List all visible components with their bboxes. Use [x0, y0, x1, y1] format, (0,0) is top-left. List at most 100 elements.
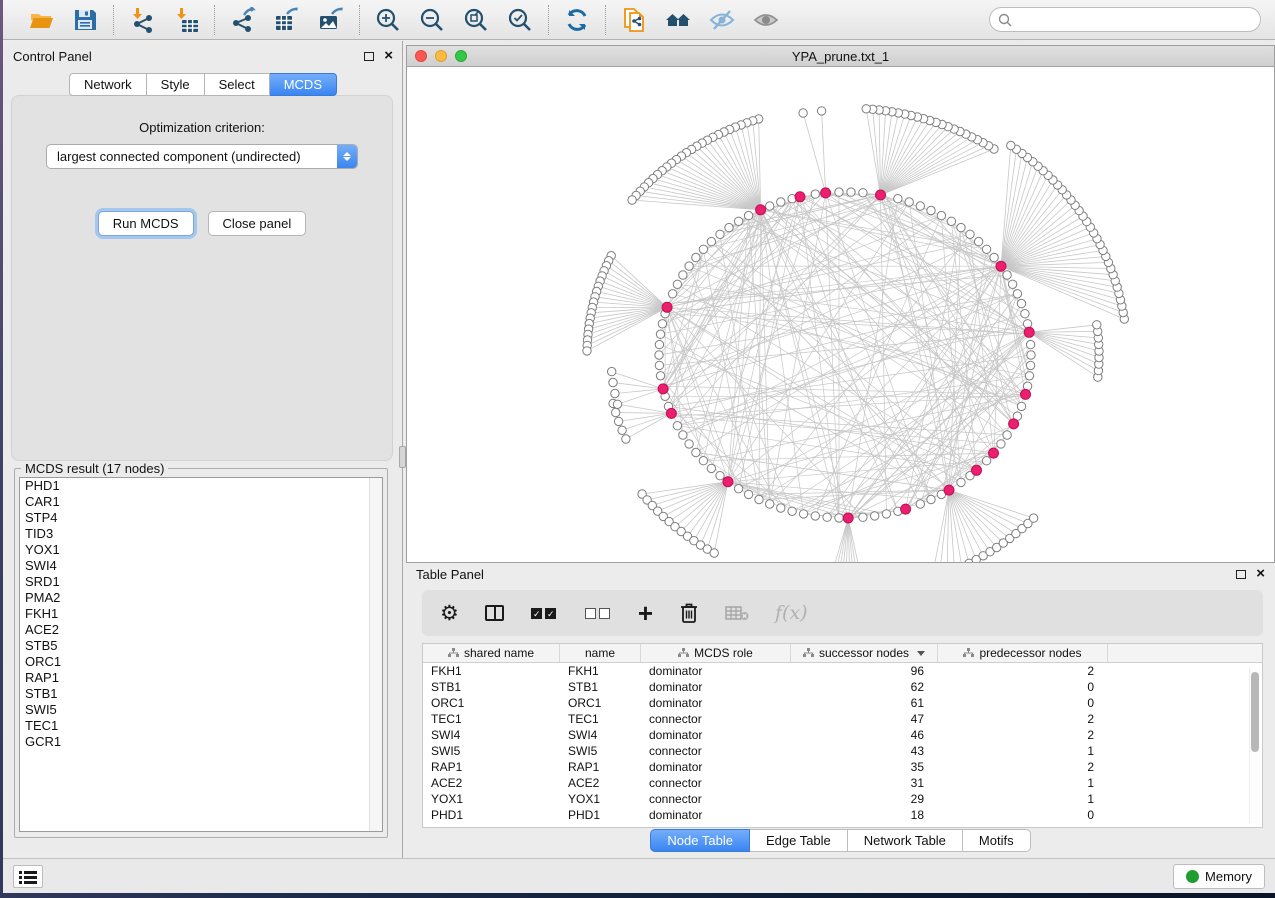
select-all-checkboxes-icon[interactable]: ✓✓ — [530, 598, 558, 628]
tab-style[interactable]: Style — [147, 73, 205, 96]
import-network-icon[interactable] — [128, 6, 156, 34]
table-row[interactable]: ORC1ORC1dominator610 — [423, 695, 1262, 711]
tab-node-table[interactable]: Node Table — [650, 829, 750, 852]
task-history-button[interactable] — [13, 865, 43, 888]
float-table-panel-icon[interactable] — [1236, 570, 1246, 579]
export-network-icon[interactable] — [229, 6, 257, 34]
result-node-item[interactable]: SRD1 — [20, 574, 382, 590]
result-node-item[interactable]: CAR1 — [20, 494, 382, 510]
result-node-item[interactable]: FKH1 — [20, 606, 382, 622]
tab-edge-table[interactable]: Edge Table — [750, 829, 848, 852]
result-node-item[interactable]: SWI5 — [20, 702, 382, 718]
memory-button[interactable]: Memory — [1173, 864, 1265, 889]
table-row[interactable]: STB1STB1dominator620 — [423, 679, 1262, 695]
cell-MCDS-role: connector — [641, 743, 791, 759]
network-canvas[interactable] — [407, 67, 1274, 562]
column-header-filler — [1108, 644, 1262, 662]
result-node-item[interactable]: ORC1 — [20, 654, 382, 670]
result-node-item[interactable]: PMA2 — [20, 590, 382, 606]
result-node-item[interactable]: SWI4 — [20, 558, 382, 574]
table-row[interactable]: RAP1RAP1dominator352 — [423, 759, 1262, 775]
table-row[interactable]: SWI4SWI4dominator462 — [423, 727, 1262, 743]
zoom-fit-icon[interactable] — [462, 6, 490, 34]
cell-successor-nodes: 62 — [791, 679, 938, 695]
network-window-titlebar[interactable]: YPA_prune.txt_1 — [407, 46, 1274, 67]
float-window-icon[interactable] — [364, 52, 374, 61]
tab-mcds[interactable]: MCDS — [270, 73, 337, 96]
search-box[interactable] — [989, 7, 1261, 32]
mcds-result-list: PHD1CAR1STP4TID3YOX1SWI4SRD1PMA2FKH1ACE2… — [19, 477, 383, 832]
table-row[interactable]: YOX1YOX1connector291 — [423, 791, 1262, 807]
tab-network-table[interactable]: Network Table — [848, 829, 963, 852]
table-scrollbar[interactable] — [1249, 668, 1260, 823]
zoom-in-icon[interactable] — [374, 6, 402, 34]
result-node-item[interactable]: ACE2 — [20, 622, 382, 638]
column-header-predecessor-nodes[interactable]: predecessor nodes — [938, 644, 1108, 662]
cell-predecessor-nodes: 2 — [938, 663, 1108, 679]
result-node-item[interactable]: TID3 — [20, 526, 382, 542]
home-view-icon[interactable] — [664, 6, 692, 34]
close-table-panel-icon[interactable]: × — [1256, 569, 1265, 579]
cell-successor-nodes: 46 — [791, 727, 938, 743]
save-icon[interactable] — [71, 6, 99, 34]
mcds-tab-content: Optimization criterion: largest connecte… — [11, 95, 393, 461]
search-input[interactable] — [1012, 13, 1252, 27]
tab-motifs[interactable]: Motifs — [963, 829, 1031, 852]
table-row[interactable]: PHD1PHD1dominator180 — [423, 807, 1262, 823]
cell-name: YOX1 — [560, 791, 641, 807]
close-panel-icon[interactable]: × — [384, 51, 393, 61]
optimization-criterion-dropdown[interactable]: largest connected component (undirected) — [46, 144, 358, 169]
deselect-all-checkboxes-icon[interactable] — [584, 598, 612, 628]
status-bar: Memory — [3, 858, 1275, 893]
cell-MCDS-role: dominator — [641, 695, 791, 711]
result-node-item[interactable]: STP4 — [20, 510, 382, 526]
table-row[interactable]: FKH1FKH1dominator962 — [423, 663, 1262, 679]
column-header-MCDS-role[interactable]: MCDS role — [641, 644, 791, 662]
result-node-item[interactable]: RAP1 — [20, 670, 382, 686]
cell-name: SWI4 — [560, 727, 641, 743]
show-all-icon[interactable] — [752, 6, 780, 34]
result-node-item[interactable]: TEC1 — [20, 718, 382, 734]
column-settings-icon[interactable]: ⚙ — [440, 598, 459, 628]
dropdown-selected-value: largest connected component (undirected) — [47, 149, 337, 164]
export-table-icon[interactable] — [273, 6, 301, 34]
cell-shared-name: ORC1 — [423, 695, 560, 711]
network-view-window: YPA_prune.txt_1 — [406, 45, 1275, 563]
table-row[interactable]: TEC1TEC1connector472 — [423, 711, 1262, 727]
result-node-item[interactable]: STB1 — [20, 686, 382, 702]
table-row[interactable]: SWI5SWI5connector431 — [423, 743, 1262, 759]
delete-columns-icon[interactable] — [679, 598, 699, 628]
column-header-name[interactable]: name — [560, 644, 641, 662]
export-image-icon[interactable] — [317, 6, 345, 34]
run-mcds-button[interactable]: Run MCDS — [98, 211, 194, 236]
split-view-icon[interactable] — [485, 598, 504, 628]
cell-predecessor-nodes: 2 — [938, 727, 1108, 743]
table-row[interactable]: ACE2ACE2connector311 — [423, 775, 1262, 791]
cell-shared-name: YOX1 — [423, 791, 560, 807]
splitter-handle[interactable] — [399, 446, 406, 468]
column-header-shared-name[interactable]: shared name — [423, 644, 560, 662]
duplicate-network-icon[interactable] — [620, 6, 648, 34]
result-node-item[interactable]: STB5 — [20, 638, 382, 654]
delete-table-icon[interactable] — [725, 598, 749, 628]
mcds-result-fieldset: MCDS result (17 nodes) PHD1CAR1STP4TID3Y… — [14, 468, 388, 838]
tab-network[interactable]: Network — [69, 73, 147, 96]
close-panel-button[interactable]: Close panel — [208, 211, 307, 236]
import-table-icon[interactable] — [172, 6, 200, 34]
refresh-icon[interactable] — [563, 6, 591, 34]
result-list-scrollbar[interactable] — [369, 478, 382, 831]
result-node-item[interactable]: GCR1 — [20, 734, 382, 750]
column-header-successor-nodes[interactable]: successor nodes — [791, 644, 938, 662]
tab-select[interactable]: Select — [205, 73, 270, 96]
cell-successor-nodes: 31 — [791, 775, 938, 791]
table-scrollbar-thumb[interactable] — [1251, 672, 1259, 752]
result-node-item[interactable]: PHD1 — [20, 478, 382, 494]
open-folder-icon[interactable] — [27, 6, 55, 34]
cell-MCDS-role: dominator — [641, 807, 791, 823]
hide-selected-icon[interactable] — [708, 6, 736, 34]
add-column-icon[interactable]: + — [638, 598, 653, 628]
zoom-out-icon[interactable] — [418, 6, 446, 34]
zoom-selected-icon[interactable] — [506, 6, 534, 34]
function-builder-icon[interactable]: f(x) — [775, 598, 808, 628]
result-node-item[interactable]: YOX1 — [20, 542, 382, 558]
